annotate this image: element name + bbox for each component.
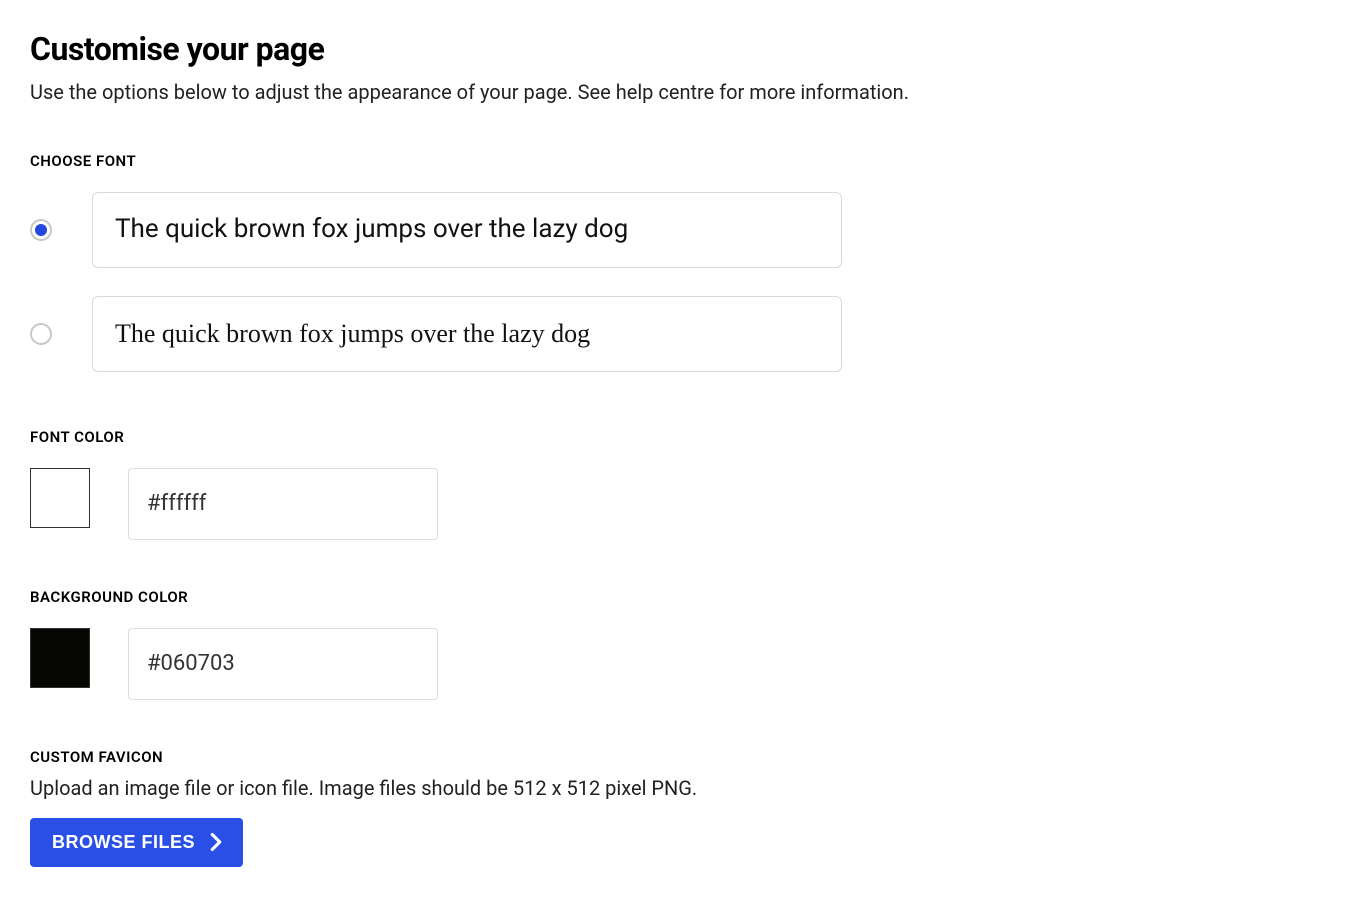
page-subtitle: Use the options below to adjust the appe… [30, 80, 1316, 104]
font-option-serif[interactable]: The quick brown fox jumps over the lazy … [30, 296, 1316, 372]
font-color-label: FONT COLOR [30, 428, 1316, 446]
font-preview-sans: The quick brown fox jumps over the lazy … [92, 192, 842, 268]
radio-dot-icon [35, 224, 47, 236]
font-color-input[interactable] [128, 468, 438, 540]
favicon-section: CUSTOM FAVICON Upload an image file or i… [30, 748, 1316, 867]
font-options-group: The quick brown fox jumps over the lazy … [30, 192, 1316, 372]
browse-files-button[interactable]: BROWSE FILES [30, 818, 243, 867]
font-color-swatch[interactable] [30, 468, 90, 528]
background-color-section: BACKGROUND COLOR [30, 588, 1316, 700]
favicon-label: CUSTOM FAVICON [30, 748, 1316, 766]
browse-files-label: BROWSE FILES [52, 832, 195, 853]
background-color-label: BACKGROUND COLOR [30, 588, 1316, 606]
favicon-description: Upload an image file or icon file. Image… [30, 776, 1316, 800]
page-title: Customise your page [30, 30, 1316, 68]
font-radio-sans[interactable] [30, 219, 52, 241]
font-option-sans[interactable]: The quick brown fox jumps over the lazy … [30, 192, 1316, 268]
choose-font-label: CHOOSE FONT [30, 152, 1316, 170]
font-radio-serif[interactable] [30, 323, 52, 345]
font-color-section: FONT COLOR [30, 428, 1316, 540]
background-color-input[interactable] [128, 628, 438, 700]
background-color-swatch[interactable] [30, 628, 90, 688]
chevron-right-icon [209, 832, 223, 852]
font-preview-serif: The quick brown fox jumps over the lazy … [92, 296, 842, 372]
